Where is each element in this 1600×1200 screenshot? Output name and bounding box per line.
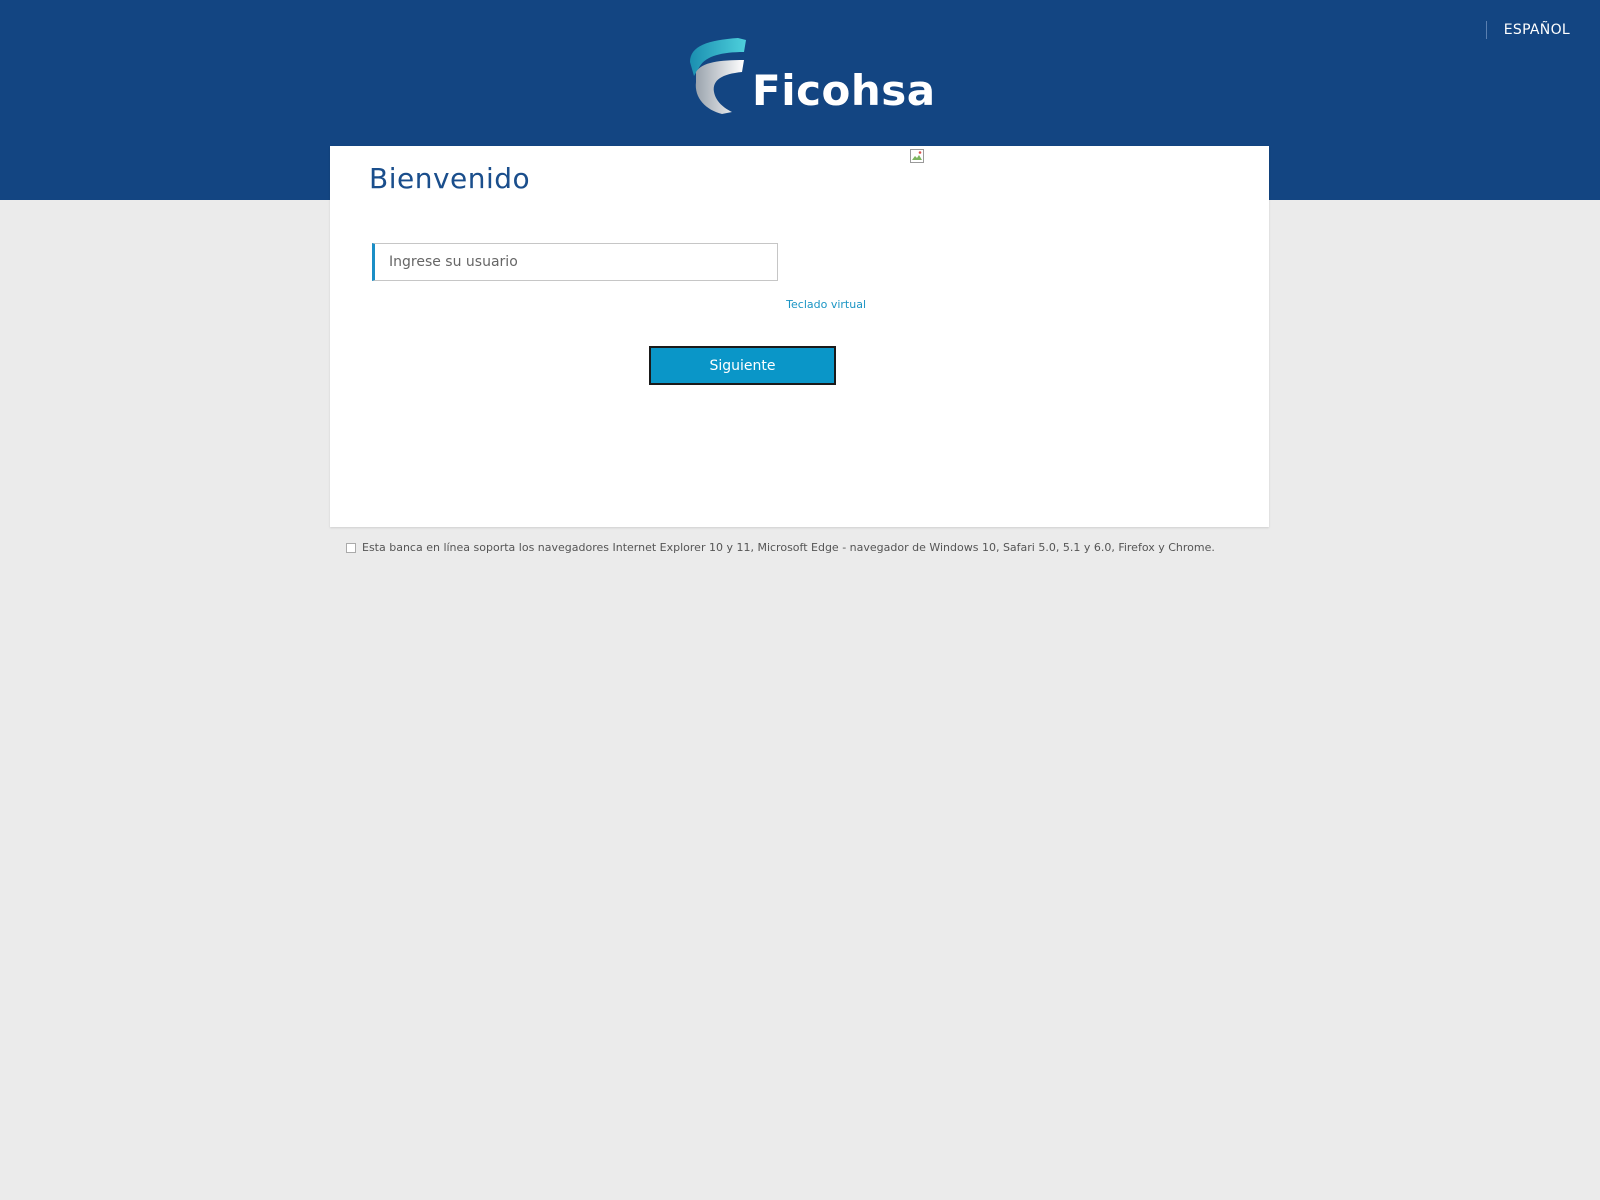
browser-support-note: Esta banca en línea soporta los navegado…: [346, 541, 1215, 554]
info-square-icon: [346, 542, 356, 553]
ficohsa-ribbon-icon: [690, 38, 746, 114]
logo-wordmark: Ficohsa: [752, 66, 936, 115]
browser-support-text: Esta banca en línea soporta los navegado…: [362, 541, 1215, 554]
username-input[interactable]: [372, 243, 778, 281]
language-link[interactable]: ESPAÑOL: [1504, 22, 1570, 38]
ficohsa-logo: Ficohsa: [686, 36, 935, 120]
login-card: Bienvenido Teclado virtual Siguiente: [330, 146, 1269, 527]
virtual-keyboard-link[interactable]: Teclado virtual: [756, 298, 866, 311]
language-divider: [1485, 21, 1487, 39]
next-button[interactable]: Siguiente: [649, 346, 836, 385]
page-title: Bienvenido: [369, 162, 531, 195]
broken-image-icon: [909, 148, 925, 164]
login-page: ESPAÑOL Ficohsa Bienvenido Ingrese su us…: [0, 0, 1600, 1200]
language-switcher: ESPAÑOL: [1485, 19, 1570, 41]
